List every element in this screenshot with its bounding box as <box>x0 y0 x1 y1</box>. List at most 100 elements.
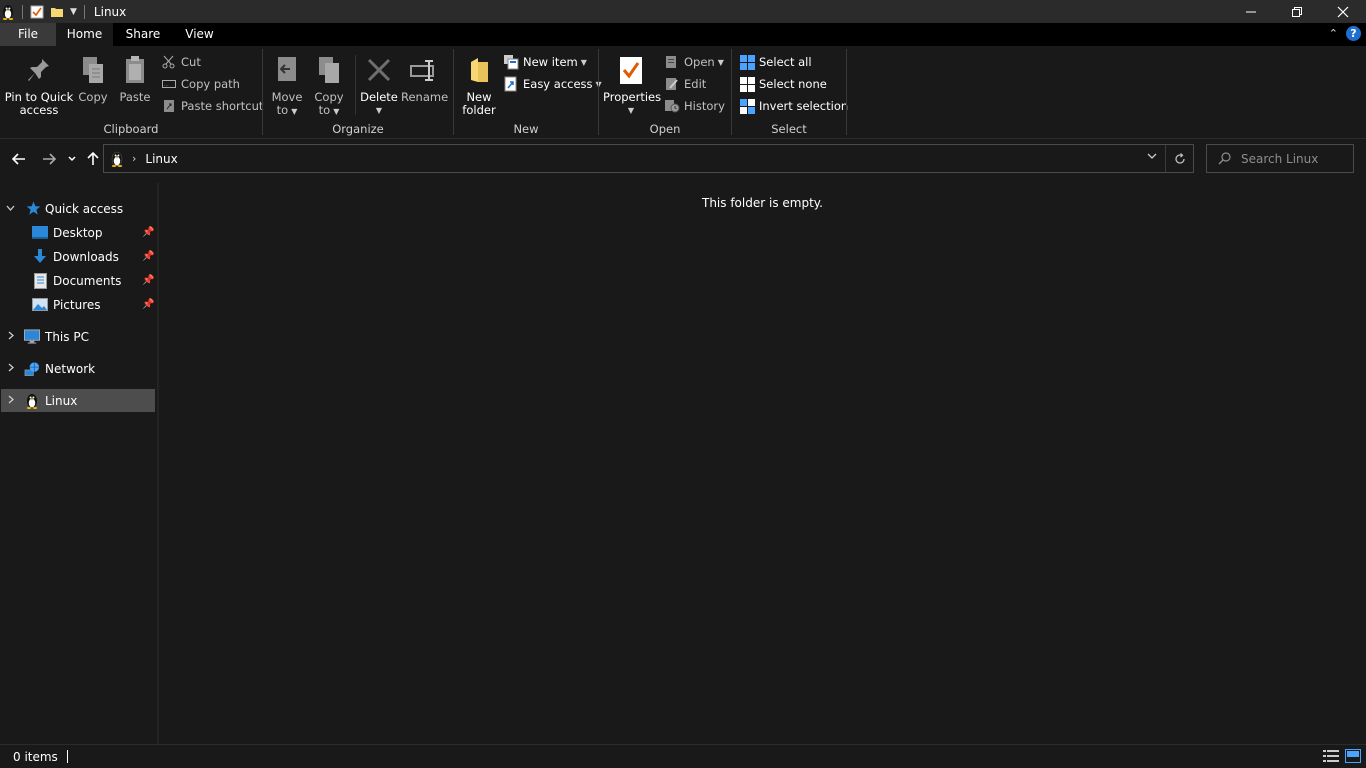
history-button[interactable]: History <box>664 96 725 116</box>
large-icons-view-icon <box>1345 749 1361 763</box>
clipboard-group: Pin to Quick access Copy Paste Cut ... C… <box>0 46 264 139</box>
pin-icon: 📌 <box>142 251 155 262</box>
expand-chevron-icon[interactable] <box>6 203 15 214</box>
nav-item-downloads[interactable]: Downloads 📌 <box>0 245 157 268</box>
new-folder-icon <box>458 52 500 88</box>
address-dropdown-button[interactable] <box>1147 153 1157 159</box>
linux-penguin-icon <box>24 393 40 409</box>
desktop-icon <box>32 225 48 241</box>
open-button[interactable]: Open ▼ <box>664 52 724 72</box>
window-title: Linux <box>93 4 127 19</box>
nav-item-documents[interactable]: Documents 📌 <box>0 269 157 292</box>
copy-to-button[interactable]: Copy to ▼ <box>311 52 347 118</box>
item-count: 0 items <box>13 749 58 764</box>
open-label: Open <box>684 55 715 69</box>
nav-item-network[interactable]: Network <box>0 357 157 380</box>
breadcrumb-chevron-icon[interactable]: › <box>132 152 136 165</box>
new-folder-button[interactable]: New folder <box>458 52 500 117</box>
paste-label: Paste <box>119 90 151 104</box>
easy-access-icon <box>503 76 519 92</box>
select-none-icon <box>739 76 755 92</box>
pin-to-quick-access-button[interactable]: Pin to Quick access <box>4 52 74 117</box>
pictures-icon <box>32 297 48 313</box>
help-icon[interactable]: ? <box>1346 26 1361 41</box>
select-none-button[interactable]: Select none <box>739 74 827 94</box>
paste-icon <box>116 52 154 88</box>
minimize-ribbon-chevron-icon[interactable]: ⌃ <box>1329 27 1338 40</box>
move-to-button[interactable]: Move to ▼ <box>269 52 305 118</box>
tab-view[interactable]: View <box>173 23 226 46</box>
select-none-label: Select none <box>759 77 827 91</box>
close-button[interactable] <box>1320 0 1366 23</box>
nav-item-quick-access[interactable]: Quick access <box>0 197 157 220</box>
delete-label: Delete <box>360 90 398 104</box>
details-view-button[interactable] <box>1323 749 1339 763</box>
file-list-area[interactable]: This folder is empty. <box>159 183 1366 744</box>
nav-item-this-pc[interactable]: This PC <box>0 325 157 348</box>
delete-button[interactable]: Delete ▼ <box>359 52 399 117</box>
tab-share[interactable]: Share <box>113 23 173 46</box>
forward-button[interactable] <box>40 148 58 170</box>
address-bar[interactable]: › Linux <box>103 144 1194 173</box>
new-item-label: New item <box>523 55 578 69</box>
nav-label-downloads: Downloads <box>53 249 119 264</box>
breadcrumb-linux[interactable]: Linux <box>145 152 177 166</box>
copy-icon <box>76 52 110 88</box>
ribbon-separator <box>355 55 356 115</box>
move-to-icon <box>269 52 305 88</box>
restore-button[interactable] <box>1274 0 1320 23</box>
tab-file[interactable]: File <box>0 23 56 46</box>
select-all-button[interactable]: Select all <box>739 52 812 72</box>
expand-chevron-icon[interactable] <box>8 395 14 407</box>
minimize-button[interactable] <box>1228 0 1274 23</box>
history-label: History <box>684 99 725 113</box>
edit-icon <box>664 76 680 92</box>
expand-chevron-icon[interactable] <box>8 363 14 375</box>
navigation-pane: Quick access Desktop 📌 Downloads 📌 Docum… <box>0 183 157 744</box>
large-icons-view-button[interactable] <box>1345 749 1361 763</box>
nav-item-linux[interactable]: Linux <box>1 389 155 412</box>
search-icon <box>1218 152 1231 165</box>
copy-button[interactable]: Copy <box>76 52 110 104</box>
paste-button[interactable]: Paste <box>116 52 154 104</box>
delete-x-icon <box>359 52 399 88</box>
paste-shortcut-icon <box>161 98 177 114</box>
expand-chevron-icon[interactable] <box>8 331 14 343</box>
properties-qat-icon[interactable] <box>30 5 44 19</box>
new-folder-qat-icon[interactable] <box>50 5 64 19</box>
refresh-button[interactable] <box>1165 145 1193 172</box>
invert-selection-icon <box>739 98 755 114</box>
new-item-button[interactable]: New item ▼ <box>503 52 587 72</box>
up-button[interactable] <box>84 148 102 170</box>
new-item-icon <box>503 54 519 70</box>
address-bar-row: › Linux Search Linux <box>0 140 1366 178</box>
invert-selection-button[interactable]: Invert selection <box>739 96 848 116</box>
customize-qat-chevron-icon[interactable]: ▼ <box>70 7 77 17</box>
copy-path-button[interactable]: ... Copy path <box>161 74 240 94</box>
edit-button[interactable]: Edit <box>664 74 706 94</box>
dropdown-caret-icon: ▼ <box>627 106 635 115</box>
properties-button[interactable]: Properties ▼ <box>603 52 661 117</box>
nav-item-desktop[interactable]: Desktop 📌 <box>0 221 157 244</box>
back-button[interactable] <box>10 148 28 170</box>
cut-label: Cut <box>181 55 201 69</box>
tab-home[interactable]: Home <box>56 23 113 46</box>
open-icon <box>664 54 680 70</box>
nav-item-pictures[interactable]: Pictures 📌 <box>0 293 157 316</box>
invert-selection-label: Invert selection <box>759 99 849 113</box>
recent-locations-button[interactable] <box>66 148 78 170</box>
download-arrow-icon <box>32 249 48 265</box>
paste-shortcut-button[interactable]: Paste shortcut <box>161 96 263 116</box>
move-to-label-line2: to <box>276 103 289 117</box>
nav-label-pictures: Pictures <box>53 297 101 312</box>
search-input[interactable]: Search Linux <box>1206 144 1354 173</box>
new-group: New folder New item▼ Easy access▼ New <box>454 46 602 139</box>
scissors-icon <box>161 54 177 70</box>
pin-icon <box>4 52 74 88</box>
easy-access-button[interactable]: Easy access▼ <box>503 74 602 94</box>
close-icon <box>1337 6 1349 17</box>
cut-button[interactable]: Cut <box>161 52 201 72</box>
rename-button[interactable]: Rename <box>401 52 448 104</box>
dropdown-caret-icon: ▼ <box>717 57 724 67</box>
ribbon: Pin to Quick access Copy Paste Cut ... C… <box>0 46 1366 139</box>
